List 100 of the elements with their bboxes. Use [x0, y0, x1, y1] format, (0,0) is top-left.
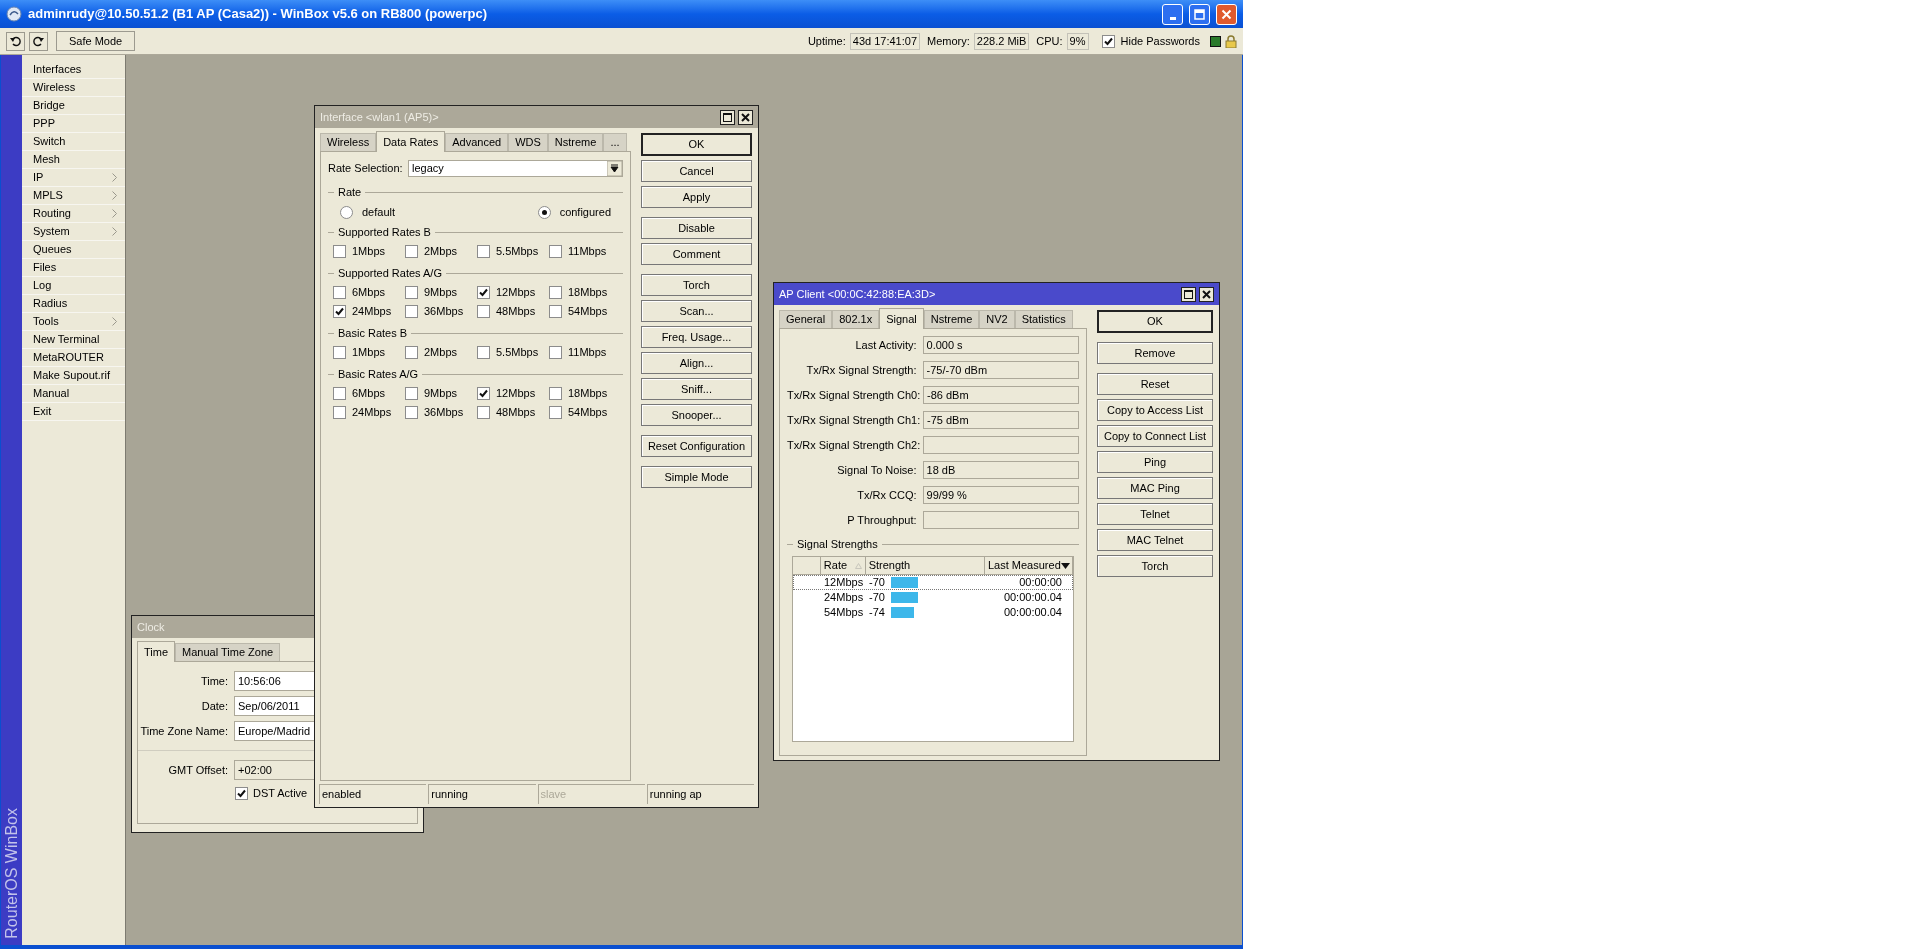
- checkbox[interactable]: [333, 245, 346, 258]
- button[interactable]: Torch: [1097, 555, 1213, 577]
- menu-item[interactable]: Bridge: [22, 97, 125, 115]
- table-row[interactable]: 12Mbps -70 00:00:00: [793, 575, 1073, 590]
- checkbox[interactable]: [333, 305, 346, 318]
- checkbox[interactable]: [333, 286, 346, 299]
- menu-item[interactable]: Mesh: [22, 151, 125, 169]
- button[interactable]: Comment: [641, 243, 752, 265]
- menu-item[interactable]: Radius: [22, 295, 125, 313]
- button[interactable]: Reset Configuration: [641, 435, 752, 457]
- checkbox[interactable]: [405, 406, 418, 419]
- table-row[interactable]: 24Mbps -70 00:00:00.04: [793, 590, 1073, 605]
- checkbox[interactable]: [477, 406, 490, 419]
- checkbox[interactable]: [549, 406, 562, 419]
- checkbox[interactable]: [405, 387, 418, 400]
- button[interactable]: OK: [1097, 310, 1213, 333]
- radio-button[interactable]: [537, 205, 551, 219]
- safe-mode-button[interactable]: Safe Mode: [56, 31, 136, 51]
- button[interactable]: Apply: [641, 186, 752, 208]
- checkbox[interactable]: [405, 305, 418, 318]
- menu-item[interactable]: Wireless: [22, 79, 125, 97]
- button[interactable]: Copy to Access List: [1097, 399, 1213, 421]
- checkbox[interactable]: [477, 346, 490, 359]
- checkbox[interactable]: [405, 245, 418, 258]
- checkbox[interactable]: [477, 245, 490, 258]
- checkbox[interactable]: [549, 245, 562, 258]
- tab[interactable]: WDS: [508, 133, 548, 151]
- button[interactable]: MAC Ping: [1097, 477, 1213, 499]
- menu-item[interactable]: PPP: [22, 115, 125, 133]
- redo-button[interactable]: [29, 31, 48, 51]
- button[interactable]: Telnet: [1097, 503, 1213, 525]
- column-header[interactable]: Strength: [865, 557, 985, 574]
- tab[interactable]: NV2: [979, 310, 1015, 328]
- minimize-button[interactable]: [1162, 3, 1183, 25]
- checkbox[interactable]: [549, 346, 562, 359]
- close-button[interactable]: [738, 109, 753, 125]
- column-header[interactable]: Last Measured: [985, 557, 1073, 574]
- button[interactable]: Simple Mode: [641, 466, 752, 488]
- checkbox[interactable]: [477, 387, 490, 400]
- menu-item[interactable]: Exit: [22, 403, 125, 421]
- button[interactable]: Remove: [1097, 342, 1213, 364]
- menu-item[interactable]: Switch: [22, 133, 125, 151]
- button[interactable]: Reset: [1097, 373, 1213, 395]
- button[interactable]: Sniff...: [641, 378, 752, 400]
- menu-item[interactable]: New Terminal: [22, 331, 125, 349]
- menu-item[interactable]: IP: [22, 169, 125, 187]
- menu-item[interactable]: Files: [22, 259, 125, 277]
- checkbox[interactable]: [405, 346, 418, 359]
- column-header[interactable]: Rate: [820, 557, 866, 574]
- tab[interactable]: Nstreme: [547, 133, 604, 151]
- checkbox[interactable]: [549, 387, 562, 400]
- menu-item[interactable]: Tools: [22, 313, 125, 331]
- button[interactable]: Ping: [1097, 451, 1213, 473]
- menu-item[interactable]: Interfaces: [22, 61, 125, 79]
- dropdown-field[interactable]: legacy: [408, 159, 623, 177]
- tab[interactable]: 802.1x: [832, 310, 880, 328]
- tab[interactable]: Signal: [879, 308, 924, 329]
- tab[interactable]: General: [779, 310, 833, 328]
- menu-item[interactable]: MetaROUTER: [22, 349, 125, 367]
- button[interactable]: OK: [641, 133, 752, 156]
- menu-item[interactable]: Manual: [22, 385, 125, 403]
- button[interactable]: MAC Telnet: [1097, 529, 1213, 551]
- button[interactable]: Torch: [641, 274, 752, 296]
- table-row[interactable]: 54Mbps -74 00:00:00.04: [793, 605, 1073, 620]
- checkbox[interactable]: [333, 387, 346, 400]
- menu-item[interactable]: System: [22, 223, 125, 241]
- tab[interactable]: ...: [603, 133, 627, 151]
- menu-item[interactable]: Log: [22, 277, 125, 295]
- button[interactable]: Freq. Usage...: [641, 326, 752, 348]
- maximize-button[interactable]: [1181, 286, 1196, 302]
- checkbox[interactable]: [549, 305, 562, 318]
- checkbox[interactable]: [333, 406, 346, 419]
- undo-button[interactable]: [6, 31, 25, 51]
- menu-item[interactable]: Routing: [22, 205, 125, 223]
- maximize-button[interactable]: [720, 109, 735, 125]
- menu-item[interactable]: Make Supout.rif: [22, 367, 125, 385]
- button[interactable]: Disable: [641, 217, 752, 239]
- close-button[interactable]: [1199, 286, 1214, 302]
- checkbox[interactable]: [1101, 34, 1115, 48]
- checkbox[interactable]: [477, 305, 490, 318]
- tab[interactable]: Advanced: [445, 133, 509, 151]
- tab[interactable]: Manual Time Zone: [175, 643, 281, 661]
- button[interactable]: Cancel: [641, 160, 752, 182]
- button[interactable]: Align...: [641, 352, 752, 374]
- menu-item[interactable]: MPLS: [22, 187, 125, 205]
- checkbox[interactable]: [405, 286, 418, 299]
- checkbox[interactable]: [549, 286, 562, 299]
- button[interactable]: Copy to Connect List: [1097, 425, 1213, 447]
- radio-button[interactable]: [340, 205, 353, 219]
- tab[interactable]: Time: [137, 641, 176, 662]
- tab[interactable]: Wireless: [320, 133, 377, 151]
- checkbox[interactable]: [235, 786, 248, 800]
- tab[interactable]: Data Rates: [376, 131, 446, 152]
- tab[interactable]: Statistics: [1014, 310, 1073, 328]
- tab[interactable]: Nstreme: [923, 310, 980, 328]
- checkbox[interactable]: [333, 346, 346, 359]
- checkbox[interactable]: [477, 286, 490, 299]
- menu-item[interactable]: Queues: [22, 241, 125, 259]
- button[interactable]: Scan...: [641, 300, 752, 322]
- button[interactable]: Snooper...: [641, 404, 752, 426]
